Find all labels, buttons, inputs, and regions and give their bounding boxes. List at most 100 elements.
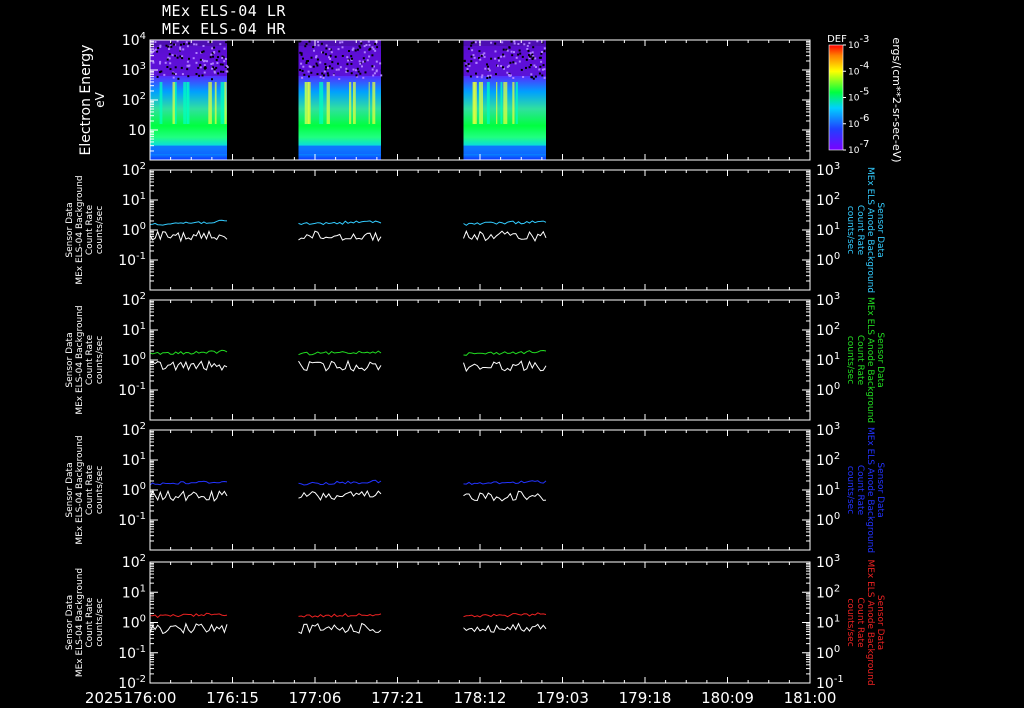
spectrogram-pixel [521,55,524,58]
spectrogram-pixel [532,77,535,80]
y-tick-label: 102 [122,91,146,109]
spectrogram-pixel [366,59,369,62]
year-label: 2025 [85,689,123,707]
y-tick-label-left: 101 [122,321,146,339]
spectrogram-pixel [170,45,173,48]
y-tick-label-right: 101 [816,481,840,499]
panel-frame [149,299,811,421]
spectrogram-pixel [365,44,368,46]
spectrogram-pixel [515,56,518,59]
spectrogram-pixel [169,68,172,71]
spectrogram-pixel [541,74,544,77]
spectrogram-pixel [156,50,159,53]
spectrogram-pixel [375,60,378,63]
spectrogram-pixel [325,66,327,69]
series-line [463,349,547,356]
spectrogram-pixel [540,52,543,55]
spectrogram-pixel [519,52,522,55]
spectrogram-pixel [179,46,182,49]
spectrogram-pixel [341,46,344,49]
spectrogram-pixel [526,48,529,50]
spectrogram-pixel [174,73,177,75]
spectrogram-streak [159,82,163,124]
spectrogram-pixel [539,65,542,68]
spectrogram-streak [473,82,477,124]
spectrogram-low-band [298,145,381,154]
spectrogram-pixel [472,41,475,44]
spectrogram-pixel [177,77,180,80]
spectrogram-pixel [181,55,184,58]
spectrogram-pixel [494,42,497,45]
y-tick-label-left: 101 [122,583,146,601]
spectrogram-pixel [500,65,503,67]
spectrogram-pixel [339,66,342,69]
spectrogram-pixel [195,52,198,54]
spectrogram-pixel [312,65,315,68]
spectrogram-pixel [156,75,159,78]
spectrogram-pixel [157,47,160,49]
spectrogram-pixel [332,74,335,77]
spectrogram-pixel [159,62,161,65]
spectrogram-pixel [371,46,374,49]
spectrogram-pixel [487,65,489,68]
spectrogram-pixel [356,67,359,70]
spectrogram-pixel [192,57,195,60]
y-tick-label-left: 10-1 [118,251,146,269]
spectrogram-pixel [496,64,499,67]
y-axis-label-right: counts/sec [845,466,855,514]
spectrogram-pixel [470,44,473,47]
y-axis-label-right: Count Rate [855,465,865,516]
spectrogram-pixel [308,40,311,43]
spectrogram-pixel [488,76,491,79]
y-axis-label-right: MEx ELS Anode Background [865,167,875,293]
spectrogram-pixel [480,54,483,57]
spectrogram-pixel [310,56,313,59]
panel-frame [149,169,811,291]
spectrogram-pixel [528,42,531,45]
spectrogram-pixel [351,57,353,60]
spectrogram-pixel [506,49,509,52]
spectrogram-pixel [472,54,475,57]
spectrogram-pixel [174,66,177,69]
colorbar-tick-label: 10-3 [848,34,869,51]
spectrogram-pixel [199,66,202,69]
y-tick-label-right: 103 [816,553,840,571]
colorbar-tick-label: 10-5 [848,87,869,104]
spectrogram-pixel [470,42,473,45]
spectrogram-pixel [319,61,322,64]
y-tick-label-right: 100 [816,644,840,662]
y-axis-label-left: counts/sec [95,336,105,384]
spectrogram-pixel [193,43,196,46]
spectrogram-pixel [307,60,309,62]
spectrogram-pixel [486,77,489,79]
spectrogram-pixel [358,60,361,63]
spectrogram-pixel [476,75,479,78]
spectrogram-pixel [543,47,546,50]
spectrogram-pixel [174,54,177,57]
spectrogram-pixel [224,58,227,60]
y-tick-label-left: 101 [122,451,146,469]
spectrogram-pixel [337,62,339,65]
y-tick-label-left: 10-1 [118,644,146,662]
y-tick-label: 10 [128,123,146,139]
spectrogram-pixel [530,73,533,76]
spectrogram-pixel [359,46,362,49]
spectrogram-pixel [199,63,202,66]
spectrogram-pixel [160,70,163,73]
series-line [463,360,547,373]
spectrogram-pixel [325,47,328,50]
y-tick-label-right: 102 [816,583,840,601]
spectrogram-pixel [325,53,327,56]
spectrogram-pixel [179,55,182,58]
y-axis-label-left: Count Rate [85,204,95,255]
colorbar-tick-label: 10-7 [848,139,869,156]
spectrogram-pixel [188,57,190,60]
spectrogram-pixel [223,47,226,50]
spectrogram-pixel [315,62,318,65]
spectrogram-pixel [350,72,353,75]
spectrogram-pixel [326,72,329,75]
x-tick-label: 179:18 [619,689,672,707]
spectrogram-pixel [209,40,212,43]
spectrogram-pixel [534,75,537,78]
x-tick-label: 176:15 [206,689,259,707]
